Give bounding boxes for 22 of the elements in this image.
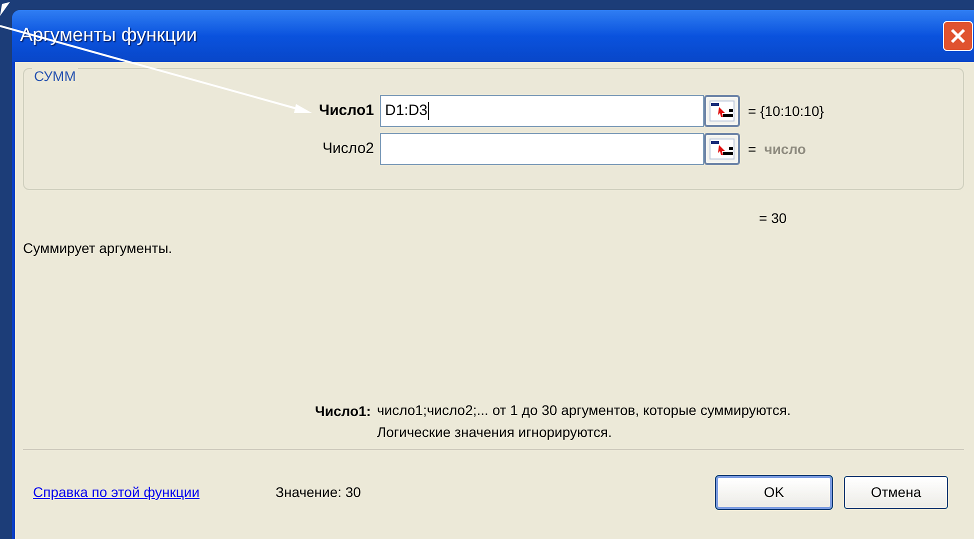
cancel-button[interactable]: Отмена xyxy=(844,476,948,509)
argument-label: Число1 xyxy=(318,100,375,121)
value-text: Значение: 30 xyxy=(276,483,361,502)
equals-sign: = xyxy=(748,140,756,158)
range-select-button[interactable] xyxy=(704,133,740,165)
function-description: Суммирует аргументы. xyxy=(23,240,172,256)
range-select-button[interactable] xyxy=(704,95,740,127)
ok-button[interactable]: OK xyxy=(716,476,832,509)
help-link[interactable]: Справка по этой функции xyxy=(33,482,200,503)
argument-label: Число2 xyxy=(322,138,375,159)
range-select-icon xyxy=(709,100,735,122)
argument-help-text: число1;число2;... от 1 до 30 аргументов, которые суммируются. xyxy=(376,401,791,420)
range-select-icon xyxy=(709,138,735,160)
argument-field[interactable] xyxy=(380,133,704,165)
argument-name: Число1: xyxy=(315,402,371,421)
close-button[interactable] xyxy=(943,21,973,51)
argument-result: = {10:10:10} xyxy=(748,102,824,121)
close-icon xyxy=(949,27,967,45)
argument-result-hint: число xyxy=(764,140,806,158)
argument-help-text: Логические значения игнорируются. xyxy=(376,423,613,442)
formula-result: = 30 xyxy=(759,209,787,228)
argument-field[interactable]: D1:D3 xyxy=(380,95,704,127)
